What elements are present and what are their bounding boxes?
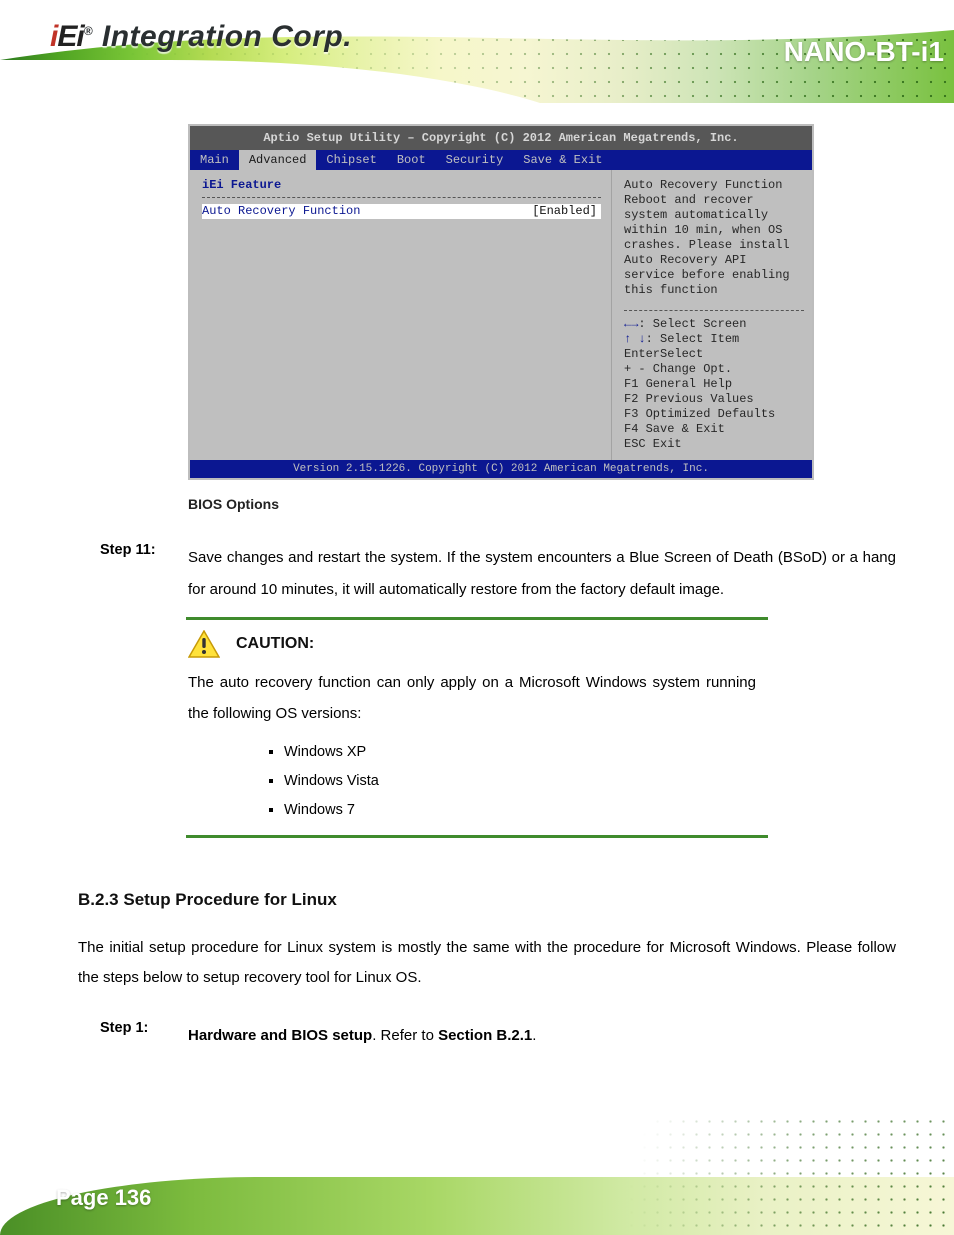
caution-note: CAUTION: The auto recovery function can … bbox=[188, 617, 778, 838]
divider-top bbox=[186, 617, 768, 620]
bios-left-pane: iEi Feature Auto Recovery Function [Enab… bbox=[190, 170, 612, 460]
caution-text: The auto recovery function can only appl… bbox=[188, 668, 778, 730]
step-body: Hardware and BIOS setup. Refer to Sectio… bbox=[188, 1020, 896, 1052]
list-item: Windows Vista bbox=[284, 767, 778, 796]
bios-tab: Chipset bbox=[316, 150, 386, 170]
bios-item-auto-recovery: Auto Recovery Function [Enabled] bbox=[202, 204, 601, 219]
bios-title-bar: Aptio Setup Utility – Copyright (C) 2012… bbox=[190, 126, 812, 150]
list-item: Windows XP bbox=[284, 738, 778, 767]
page-footer-banner: Page 136 bbox=[0, 1135, 954, 1235]
section-body: The initial setup procedure for Linux sy… bbox=[78, 933, 896, 992]
figure-caption: BIOS Options bbox=[188, 490, 896, 518]
section-heading: B.2.3 Setup Procedure for Linux bbox=[78, 888, 896, 912]
page-number: Page 136 bbox=[56, 1185, 151, 1211]
divider-bottom bbox=[186, 835, 768, 838]
step-11: Step 11: Save changes and restart the sy… bbox=[188, 542, 896, 605]
page-content: Aptio Setup Utility – Copyright (C) 2012… bbox=[0, 120, 954, 1051]
bios-figure: Aptio Setup Utility – Copyright (C) 2012… bbox=[188, 124, 814, 480]
list-item: Windows 7 bbox=[284, 796, 778, 825]
bios-tab: Save & Exit bbox=[513, 150, 612, 170]
step-body: Save changes and restart the system. If … bbox=[188, 542, 896, 605]
arrows-up-down-icon: ↑ ↓ bbox=[624, 332, 646, 346]
caution-label: CAUTION: bbox=[236, 635, 314, 653]
step-label: Step 11: bbox=[100, 542, 156, 558]
caution-os-list: Windows XP Windows Vista Windows 7 bbox=[284, 738, 778, 825]
bios-tabs: Main Advanced Chipset Boot Security Save… bbox=[190, 150, 812, 170]
bios-tab: Boot bbox=[387, 150, 436, 170]
step-label: Step 1: bbox=[100, 1020, 148, 1036]
caution-icon bbox=[188, 630, 220, 658]
step-linux-1: Step 1: Hardware and BIOS setup. Refer t… bbox=[188, 1020, 896, 1052]
bios-help-pane: Auto Recovery Function Reboot and recove… bbox=[612, 170, 812, 460]
arrows-left-right-icon: ←→ bbox=[624, 317, 638, 331]
bios-tab-selected: Advanced bbox=[239, 150, 317, 170]
page-header-banner: iEi® Integration Corp. NANO-BT-i1 bbox=[0, 0, 954, 113]
bios-tab: Main bbox=[190, 150, 239, 170]
company-logo: iEi® Integration Corp. bbox=[50, 20, 352, 54]
bios-group-title: iEi Feature bbox=[202, 178, 601, 193]
product-title: NANO-BT-i1 bbox=[784, 36, 944, 68]
bios-footer: Version 2.15.1226. Copyright (C) 2012 Am… bbox=[190, 460, 812, 478]
bios-tab: Security bbox=[436, 150, 514, 170]
